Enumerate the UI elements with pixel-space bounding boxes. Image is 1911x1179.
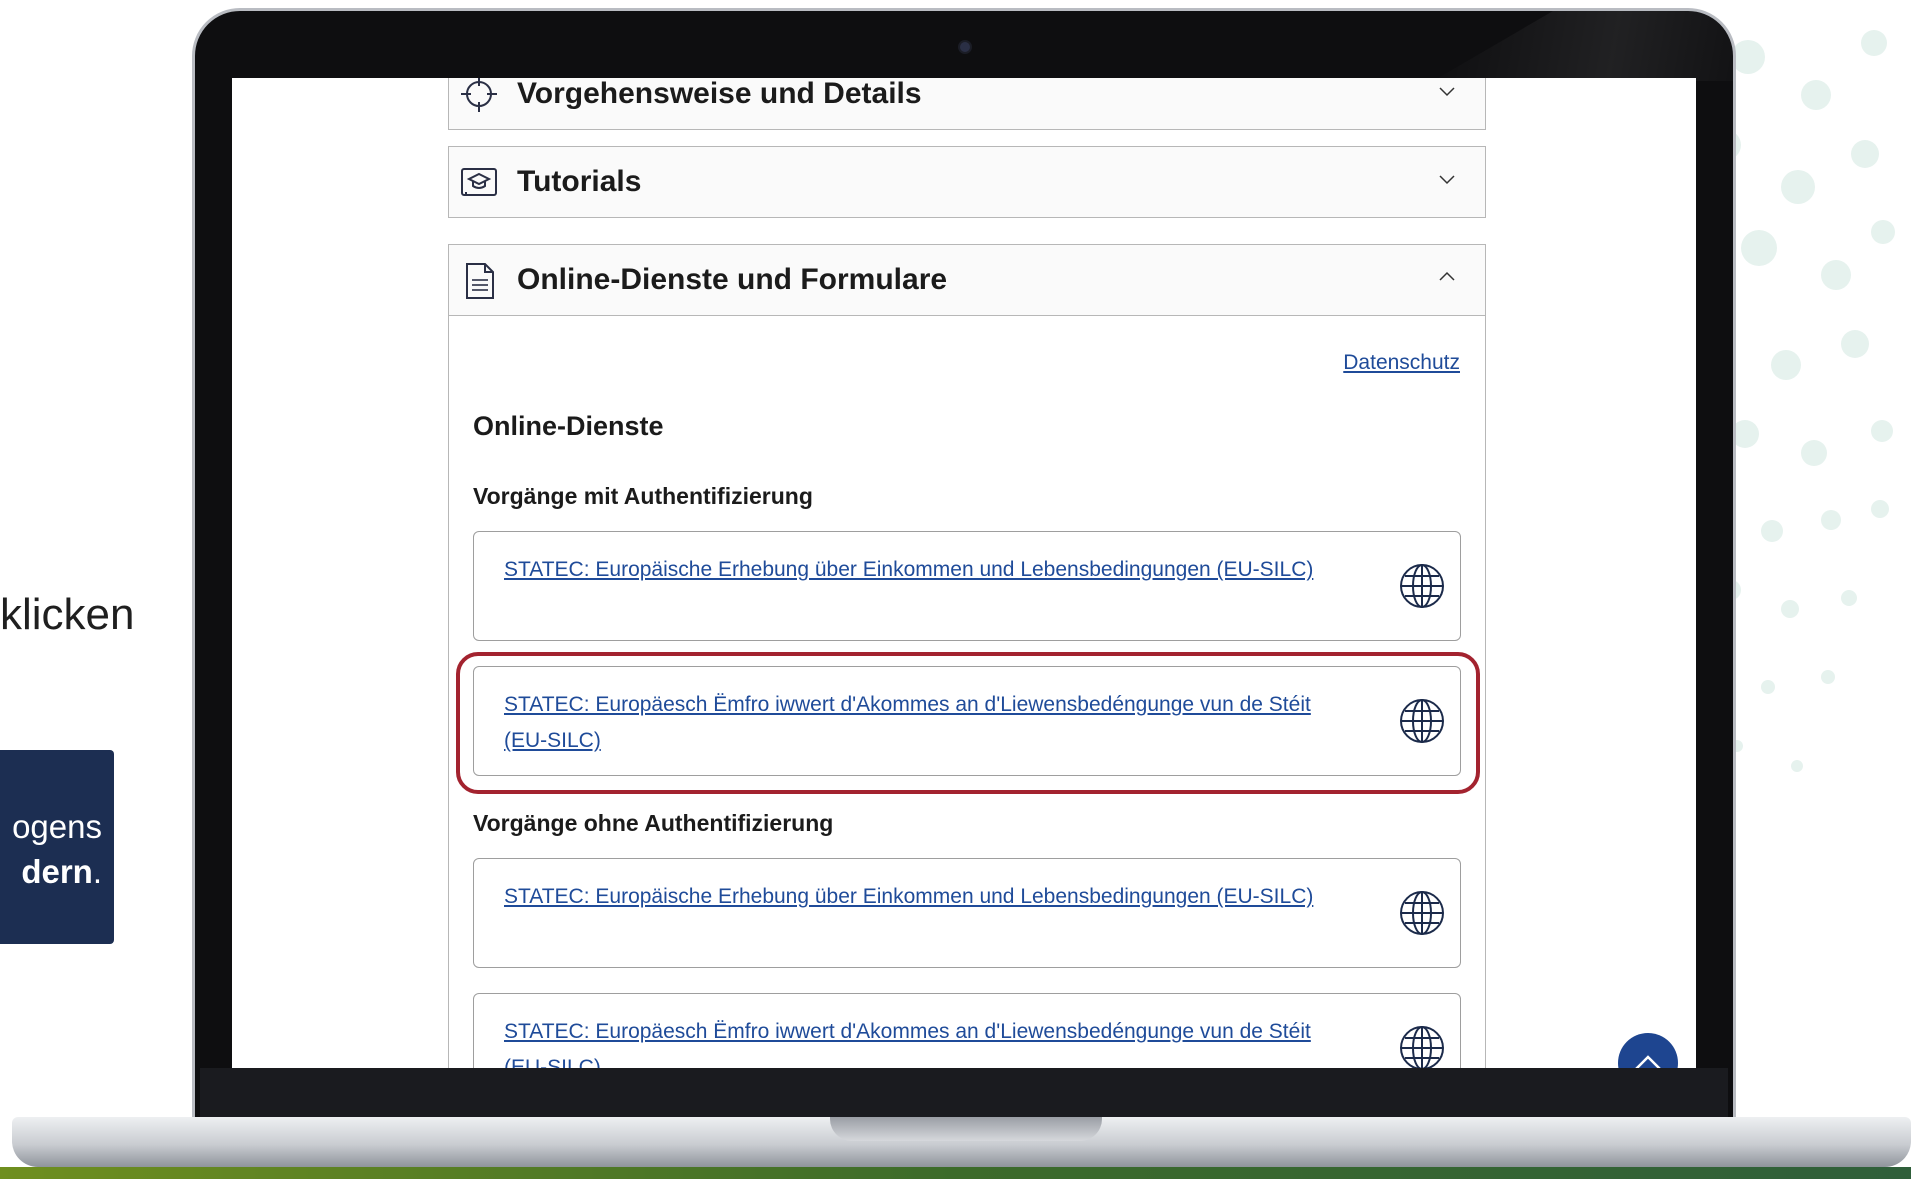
accordion-tutorials-header[interactable]: Tutorials <box>449 147 1485 217</box>
accordion-procedure-header[interactable]: Vorgehensweise und Details <box>449 78 1485 129</box>
decorative-dot <box>1761 680 1775 694</box>
webcam <box>960 42 970 52</box>
privacy-link[interactable]: Datenschutz <box>1343 351 1460 375</box>
chevron-down-icon <box>1439 175 1455 185</box>
lid-glare <box>1433 11 1733 81</box>
decorative-dot <box>1821 670 1835 684</box>
decorative-dot <box>1871 220 1895 244</box>
decorative-dot <box>1871 500 1889 518</box>
slide-info-box: ogens dern. <box>0 750 114 944</box>
accordion-procedure-title: Vorgehensweise und Details <box>517 78 922 110</box>
accordion-procedure[interactable]: Vorgehensweise und Details <box>448 78 1486 130</box>
chevron-down-icon <box>1439 87 1455 97</box>
slide-info-line2: dern. <box>21 853 102 890</box>
globe-icon <box>1400 699 1444 743</box>
service-card-highlighted[interactable]: STATEC: Europäesch Ëmfro iwwert d'Akomme… <box>473 666 1461 776</box>
decorative-dot <box>1761 520 1783 542</box>
service-link[interactable]: STATEC: Europäesch Ëmfro iwwert d'Akomme… <box>504 1014 1334 1068</box>
service-link[interactable]: STATEC: Europäische Erhebung über Einkom… <box>504 552 1334 588</box>
service-card[interactable]: STATEC: Europäische Erhebung über Einkom… <box>473 531 1461 641</box>
without-auth-heading: Vorgänge ohne Authentifizierung <box>473 810 834 836</box>
accordion-online-services: Online-Dienste und Formulare Datenschutz… <box>448 244 1486 1068</box>
decorative-dot <box>1791 760 1803 772</box>
target-icon <box>459 78 499 114</box>
with-auth-heading: Vorgänge mit Authentifizierung <box>473 483 813 509</box>
chevron-up-icon <box>1635 1055 1661 1068</box>
service-link[interactable]: STATEC: Europäische Erhebung über Einkom… <box>504 879 1334 915</box>
graduation-cap-icon <box>459 162 499 202</box>
globe-icon <box>1400 564 1444 608</box>
document-icon <box>459 260 499 300</box>
globe-icon <box>1400 1026 1444 1068</box>
decorative-dot <box>1821 510 1841 530</box>
accordion-tutorials-title: Tutorials <box>517 165 642 198</box>
service-card[interactable]: STATEC: Europäische Erhebung über Einkom… <box>473 858 1461 968</box>
decorative-dot <box>1801 80 1831 110</box>
accordion-tutorials[interactable]: Tutorials <box>448 146 1486 218</box>
decorative-dot <box>1771 350 1801 380</box>
decorative-dot <box>1821 260 1851 290</box>
accordion-online-services-header[interactable]: Online-Dienste und Formulare <box>449 245 1485 316</box>
back-to-top-button[interactable] <box>1618 1033 1678 1068</box>
laptop-base-notch <box>830 1117 1102 1141</box>
service-card[interactable]: STATEC: Europäesch Ëmfro iwwert d'Akomme… <box>473 993 1461 1068</box>
decorative-dot <box>1781 170 1815 204</box>
decorative-dot <box>1741 230 1777 266</box>
decorative-dot <box>1851 140 1879 168</box>
decorative-dot <box>1841 590 1857 606</box>
slide-footer-strip <box>0 1167 1911 1179</box>
service-link[interactable]: STATEC: Europäesch Ëmfro iwwert d'Akomme… <box>504 687 1334 759</box>
globe-icon <box>1400 891 1444 935</box>
decorative-dot <box>1731 40 1765 74</box>
decorative-dot <box>1861 30 1887 56</box>
slide-instruction-text: klicken <box>0 590 135 639</box>
decorative-dot <box>1781 600 1799 618</box>
online-services-heading: Online-Dienste <box>473 411 664 441</box>
browser-viewport: Vorgehensweise und Details Tutorials Onl… <box>232 78 1696 1068</box>
slide-info-line1: ogens <box>12 808 102 845</box>
decorative-dot <box>1871 420 1893 442</box>
laptop-bottom-bezel <box>200 1068 1728 1120</box>
accordion-online-services-title: Online-Dienste und Formulare <box>517 263 948 296</box>
decorative-dot <box>1841 330 1869 358</box>
chevron-up-icon <box>1439 271 1455 281</box>
decorative-dot <box>1801 440 1827 466</box>
